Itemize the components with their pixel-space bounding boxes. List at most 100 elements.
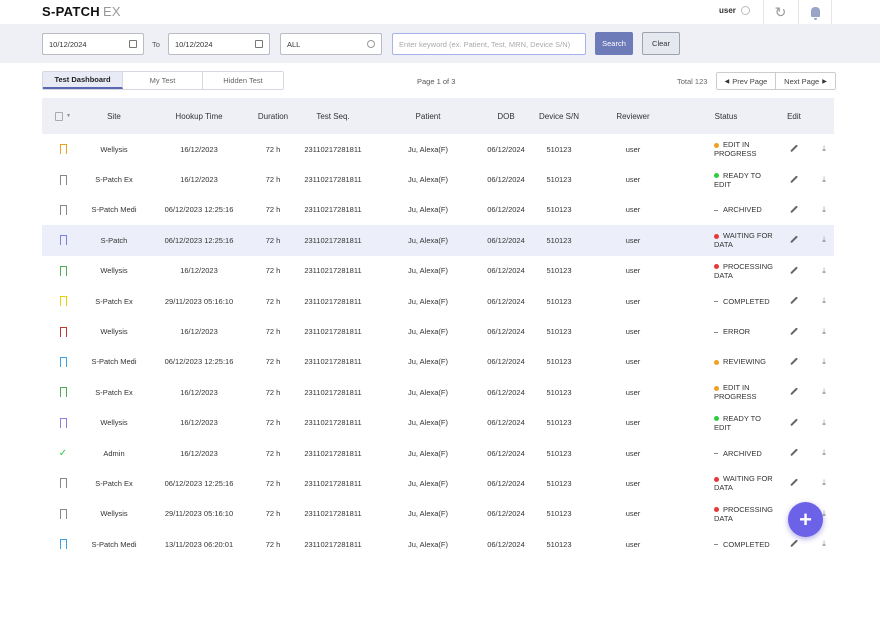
- tab-my-test[interactable]: My Test: [123, 72, 203, 89]
- column-header-device-sn[interactable]: Device S/N: [530, 112, 588, 121]
- status-badge: EDIT IN PROGRESS: [678, 140, 774, 158]
- edit-button[interactable]: [774, 206, 814, 214]
- column-header-site[interactable]: Site: [84, 112, 144, 121]
- bookmark-icon[interactable]: [59, 296, 67, 308]
- table-row[interactable]: S-Patch 06/12/2023 12:25:16 72 h 2311021728…: [42, 225, 834, 256]
- download-button[interactable]: ⤓: [814, 145, 834, 153]
- cell-test-seq: 23110217281811: [304, 387, 362, 397]
- table-row[interactable]: S-Patch Ex 06/12/2023 12:25:16 72 h 2311021…: [42, 468, 834, 498]
- clear-select-icon[interactable]: [367, 40, 375, 48]
- pencil-icon: [790, 388, 798, 396]
- edit-button[interactable]: [774, 419, 814, 427]
- column-header-hookup-time[interactable]: Hookup Time: [144, 112, 254, 121]
- table-row[interactable]: S-Patch Medi 06/12/2023 12:25:16 72 h 23110…: [42, 195, 834, 225]
- bookmark-icon[interactable]: [59, 387, 67, 399]
- user-menu[interactable]: user: [719, 6, 750, 15]
- cell-site: Wellysis: [100, 509, 128, 519]
- cell-hookup-time: 13/11/2023 06:20:01: [164, 539, 234, 549]
- column-header-reviewer[interactable]: Reviewer: [588, 112, 678, 121]
- clear-button[interactable]: Clear: [642, 32, 680, 55]
- download-button[interactable]: ⤓: [814, 540, 834, 548]
- edit-button[interactable]: [774, 449, 814, 457]
- user-settings-icon[interactable]: [740, 6, 750, 15]
- app-logo[interactable]: S-PATCH EX: [42, 4, 121, 19]
- table-row[interactable]: Wellysis 29/11/2023 05:16:10 72 h 231102172…: [42, 499, 834, 529]
- download-button[interactable]: ⤓: [814, 479, 834, 487]
- search-button[interactable]: Search: [595, 32, 633, 55]
- calendar-icon[interactable]: [129, 40, 137, 48]
- column-header-status[interactable]: Status: [678, 112, 774, 121]
- status-badge: COMPLETED: [678, 297, 774, 306]
- tab-test-dashboard[interactable]: Test Dashboard: [43, 72, 123, 89]
- download-button[interactable]: ⤓: [814, 327, 834, 336]
- download-button[interactable]: ⤓: [814, 175, 834, 184]
- bookmark-icon[interactable]: [59, 478, 67, 490]
- cell-reviewer: user: [625, 205, 641, 215]
- column-header-duration[interactable]: Duration: [254, 112, 292, 121]
- table-row[interactable]: Wellysis 16/12/2023 72 h 23110217281811 Ju, …: [42, 316, 834, 346]
- table-row[interactable]: Wellysis 16/12/2023 72 h 23110217281811 Ju, …: [42, 408, 834, 438]
- bookmark-icon[interactable]: [59, 508, 67, 520]
- download-icon: ⤓: [822, 417, 826, 427]
- download-button[interactable]: ⤓: [814, 417, 834, 427]
- edit-button[interactable]: [774, 176, 814, 184]
- date-to-input[interactable]: 10/12/2024: [168, 33, 270, 55]
- bookmark-icon[interactable]: [59, 265, 67, 277]
- download-button[interactable]: ⤓: [814, 357, 834, 366]
- table-row[interactable]: S-Patch Ex 29/11/2023 05:16:10 72 h 2311021…: [42, 286, 834, 316]
- edit-button[interactable]: [774, 328, 814, 336]
- table-row[interactable]: S-Patch Medi 13/11/2023 06:20:01 72 h 23110…: [42, 529, 834, 559]
- calendar-icon[interactable]: [255, 40, 263, 48]
- column-header-dob[interactable]: DOB: [482, 112, 530, 121]
- column-header-patient[interactable]: Patient: [374, 112, 482, 121]
- download-icon: ⤓: [822, 204, 826, 214]
- refresh-button[interactable]: ↻: [763, 0, 797, 24]
- cell-test-seq: 23110217281811: [304, 509, 362, 519]
- cell-reviewer: user: [625, 478, 641, 488]
- notification-button[interactable]: [798, 0, 832, 24]
- date-from-input[interactable]: 10/12/2024: [42, 33, 144, 55]
- bookmark-icon[interactable]: [59, 356, 67, 368]
- pencil-icon: [790, 145, 798, 153]
- table-row[interactable]: Wellysis 16/12/2023 72 h 23110217281811 Ju, …: [42, 256, 834, 286]
- cell-patient: Ju, Alexa(F): [407, 327, 448, 337]
- prev-page-button[interactable]: ◀ Prev Page: [717, 73, 776, 89]
- bookmark-icon[interactable]: [59, 144, 67, 156]
- download-button[interactable]: ⤓: [814, 204, 834, 214]
- download-button[interactable]: ⤓: [814, 266, 834, 275]
- edit-button[interactable]: [774, 297, 814, 305]
- column-header-test-seq[interactable]: Test Seq.: [292, 112, 374, 121]
- edit-button[interactable]: [774, 145, 814, 153]
- bookmark-icon[interactable]: [59, 326, 67, 338]
- bookmark-icon[interactable]: [59, 174, 67, 186]
- search-input[interactable]: Enter keyword (ex. Patient, Test, MRN, D…: [392, 33, 586, 55]
- edit-button[interactable]: [774, 479, 814, 487]
- bookmark-icon[interactable]: [59, 235, 67, 247]
- status-filter-select[interactable]: ALL: [280, 33, 382, 55]
- table-row[interactable]: S-Patch Ex 16/12/2023 72 h 23110217281811 Ju…: [42, 377, 834, 407]
- table-row[interactable]: Wellysis 16/12/2023 72 h 23110217281811 Ju, …: [42, 134, 834, 164]
- check-icon[interactable]: ✓: [59, 448, 67, 459]
- bookmark-icon[interactable]: [59, 539, 67, 551]
- table-row[interactable]: S-Patch Medi 06/12/2023 12:25:16 72 h 23110…: [42, 347, 834, 377]
- edit-button[interactable]: [774, 236, 814, 244]
- edit-button[interactable]: [774, 358, 814, 366]
- download-button[interactable]: ⤓: [814, 297, 834, 305]
- add-test-button[interactable]: +: [788, 502, 823, 537]
- table-row[interactable]: S-Patch Ex 16/12/2023 72 h 23110217281811 Ju…: [42, 164, 834, 194]
- cell-duration: 72 h: [265, 327, 281, 337]
- edit-button[interactable]: [774, 267, 814, 275]
- table-row[interactable]: ✓ Admin 16/12/2023 72 h 23110217281811 Ju, Al…: [42, 438, 834, 468]
- cell-dob: 06/12/2024: [487, 357, 525, 367]
- tab-hidden-test[interactable]: Hidden Test: [203, 72, 283, 89]
- download-button[interactable]: ⤓: [814, 449, 834, 457]
- next-page-button[interactable]: Next Page ▶: [776, 73, 835, 89]
- edit-button[interactable]: [774, 540, 814, 548]
- bookmark-icon[interactable]: [59, 417, 67, 429]
- download-button[interactable]: ⤓: [814, 236, 834, 244]
- edit-button[interactable]: [774, 388, 814, 396]
- cell-site: S-Patch Ex: [95, 387, 133, 397]
- bookmark-filter-header[interactable]: ▼: [42, 111, 84, 121]
- download-button[interactable]: ⤓: [814, 388, 834, 396]
- bookmark-icon[interactable]: [59, 204, 67, 216]
